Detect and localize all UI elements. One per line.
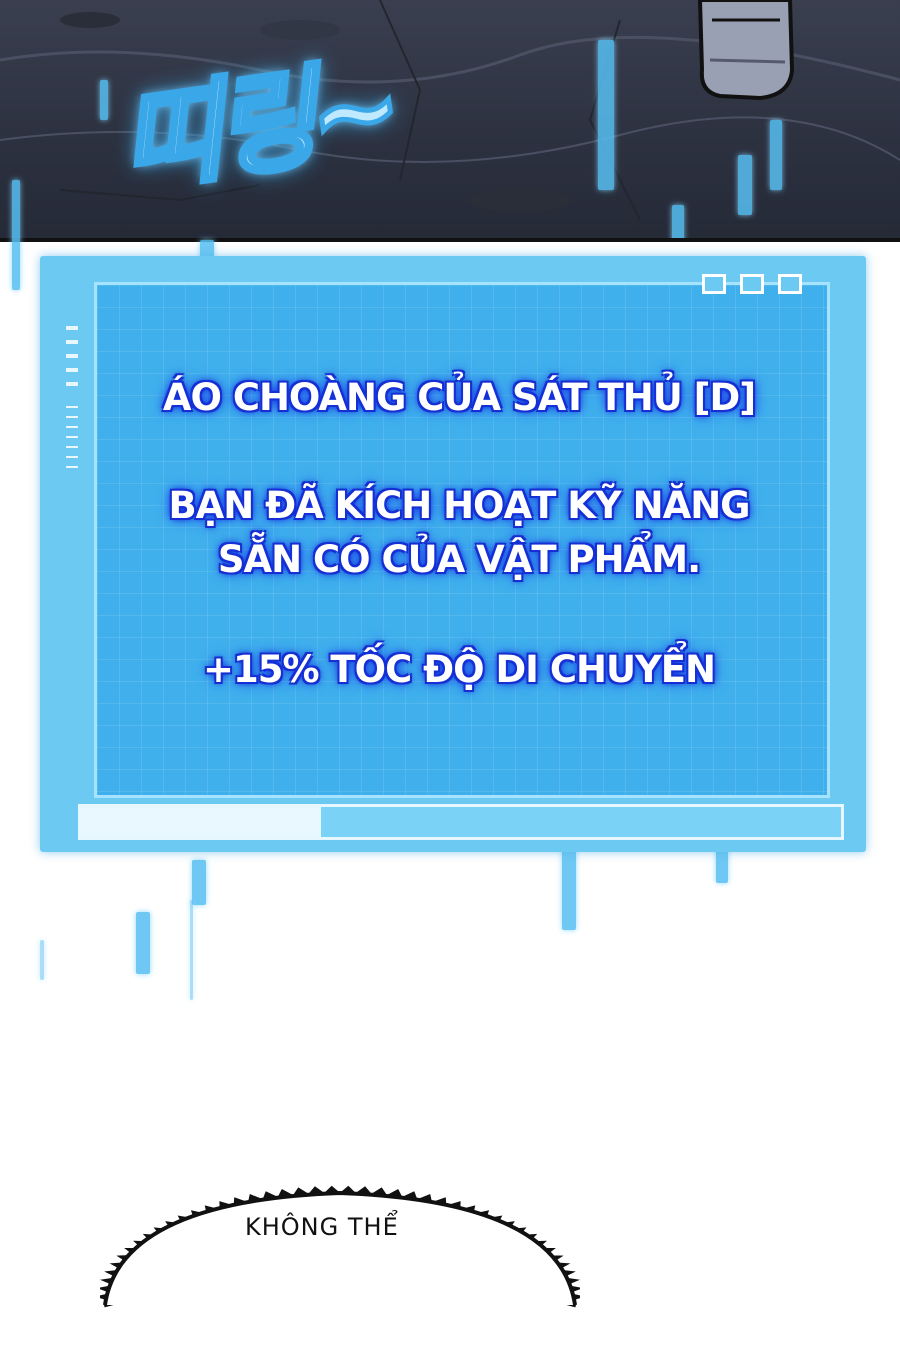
glitch-bar <box>100 80 108 120</box>
window-button-icon <box>740 274 764 294</box>
scene-panel: 띠링~ <box>0 0 900 242</box>
item-name: ÁO CHOÀNG CỦA SÁT THỦ [D] <box>162 376 756 419</box>
window-bottom-bar <box>78 804 844 840</box>
boot-icon <box>697 0 795 101</box>
glitch-bar <box>738 155 752 215</box>
speech-bubble-text: KHÔNG THỂ <box>245 1213 399 1241</box>
side-tick <box>66 368 78 372</box>
glitch-bar <box>40 940 44 980</box>
message-line-2: SẴN CÓ CỦA VẬT PHẨM. <box>217 538 701 581</box>
window-button-icon <box>778 274 802 294</box>
system-notification-window: ÁO CHOÀNG CỦA SÁT THỦ [D] BẠN ĐÃ KÍCH HO… <box>40 256 866 852</box>
glitch-bar <box>190 900 193 1000</box>
glitch-bar <box>770 120 782 190</box>
window-button-icon <box>702 274 726 294</box>
glitch-bar <box>136 912 150 974</box>
window-bottom-bar-fill <box>81 807 321 837</box>
side-tick <box>66 326 78 330</box>
glitch-bar <box>598 40 614 190</box>
side-tick <box>66 436 78 438</box>
glitch-bar <box>672 205 684 238</box>
side-tick <box>66 406 78 408</box>
message-line-1: BẠN ĐÃ KÍCH HOẠT KỸ NĂNG <box>168 484 750 527</box>
side-tick <box>66 426 78 428</box>
side-tick <box>66 466 78 468</box>
side-tick <box>66 446 78 448</box>
side-tick <box>66 382 78 386</box>
side-tick <box>66 354 78 358</box>
side-tick <box>66 456 78 458</box>
effect-text: +15% TỐC ĐỘ DI CHUYỂN <box>202 648 716 691</box>
glitch-bar <box>12 180 20 290</box>
glitch-bar <box>562 845 576 930</box>
glitch-bar <box>192 860 206 905</box>
side-tick <box>66 340 78 344</box>
side-tick <box>66 416 78 418</box>
